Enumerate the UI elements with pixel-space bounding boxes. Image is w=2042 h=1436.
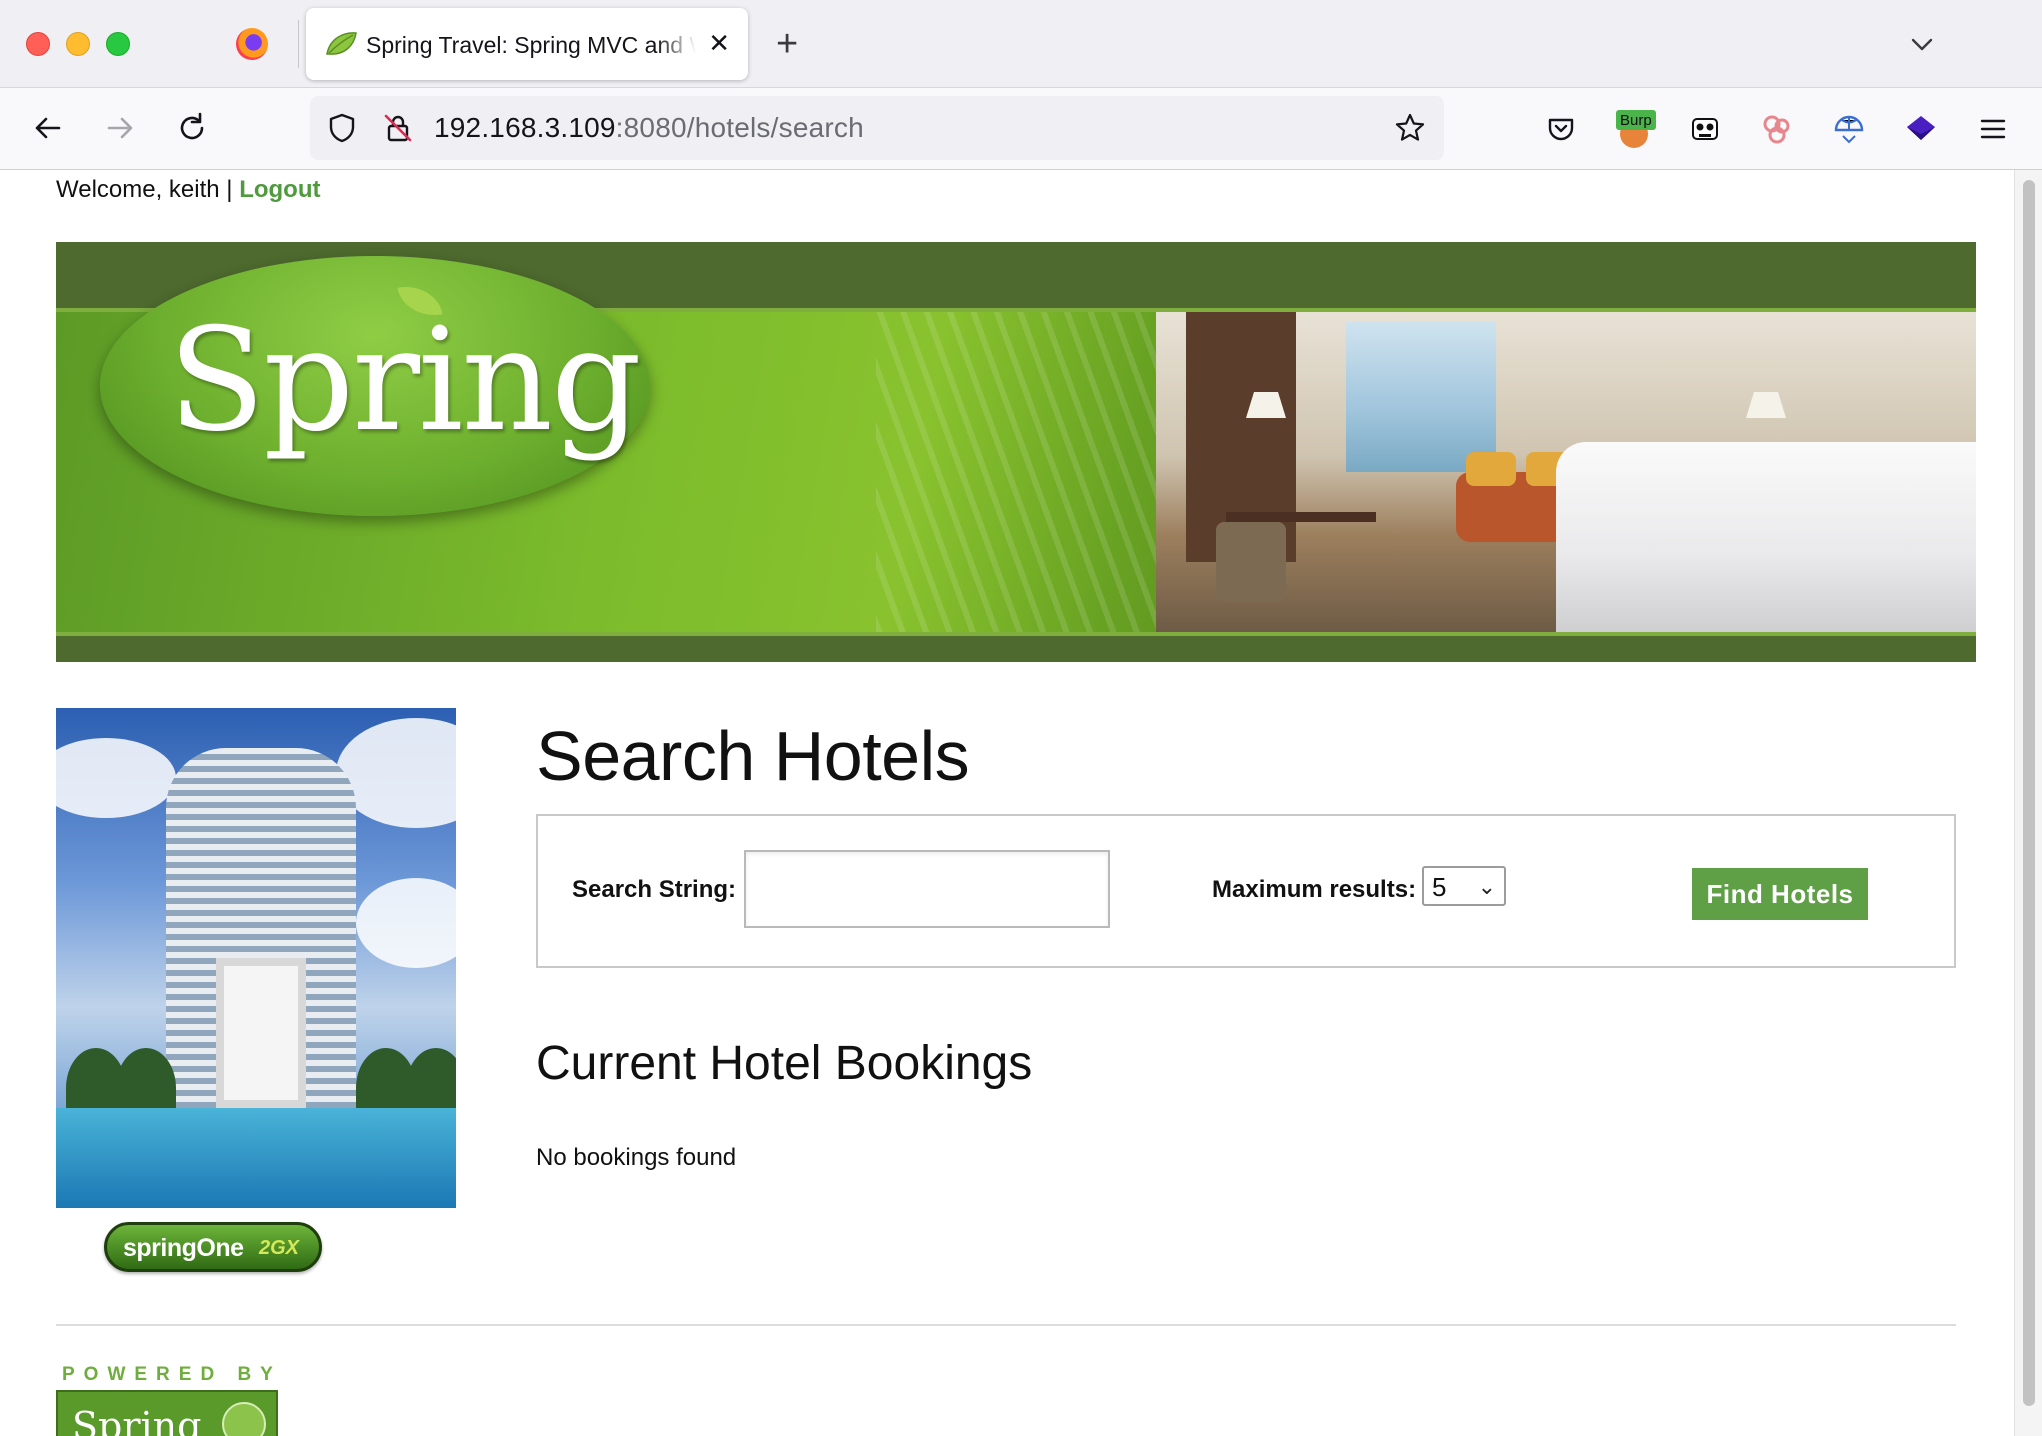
max-results-label: Maximum results: bbox=[1212, 876, 1417, 903]
browser-tab-bar: Spring Travel: Spring MVC and Web Flow R… bbox=[0, 0, 2042, 88]
reload-icon bbox=[180, 112, 204, 140]
tab-list-chevron-icon[interactable] bbox=[1908, 30, 1936, 58]
firefox-icon[interactable] bbox=[236, 28, 268, 60]
chevron-down-icon: ⌄ bbox=[1477, 874, 1496, 899]
window-close-button[interactable] bbox=[26, 32, 50, 56]
bookings-heading: Current Hotel Bookings bbox=[536, 1037, 1033, 1090]
max-results-value: 5 bbox=[1432, 872, 1447, 902]
spring-travel-banner: Spring bbox=[56, 242, 1976, 662]
logout-link[interactable]: Logout bbox=[239, 176, 320, 203]
vertical-scrollbar[interactable] bbox=[2014, 170, 2042, 1436]
page-title: Search Hotels bbox=[536, 717, 970, 795]
insecure-lock-icon[interactable] bbox=[382, 112, 414, 144]
menu-hamburger-icon[interactable] bbox=[1974, 110, 2012, 148]
springone-text: springOne bbox=[123, 1234, 244, 1262]
no-bookings-message: No bookings found bbox=[536, 1144, 737, 1171]
find-hotels-button[interactable]: Find Hotels bbox=[1692, 868, 1868, 920]
forward-arrow-icon bbox=[107, 117, 133, 139]
hotel-tower-photo bbox=[56, 708, 456, 1208]
tab-title: Spring Travel: Spring MVC and Web Flow R… bbox=[366, 32, 696, 58]
burp-label: Burp bbox=[1620, 112, 1652, 129]
page-viewport: Welcome, keith | Logout Spring springOne… bbox=[0, 170, 2014, 1436]
reload-button[interactable] bbox=[170, 106, 214, 150]
window-zoom-button[interactable] bbox=[106, 32, 130, 56]
spring-leaf-icon bbox=[326, 32, 357, 55]
search-string-label: Search String: bbox=[572, 876, 737, 903]
search-form: Search String: Maximum results: 5 ⌄ Find… bbox=[536, 814, 1956, 968]
window-minimize-button[interactable] bbox=[66, 32, 90, 56]
footer-logo-text: Spring bbox=[72, 1404, 202, 1436]
globe-extension-icon[interactable] bbox=[1830, 110, 1868, 148]
url-host: 192.168.3.109 bbox=[434, 112, 616, 143]
springone-2gx-badge[interactable]: springOne 2GX bbox=[104, 1222, 322, 1272]
forward-button[interactable] bbox=[98, 106, 142, 150]
burp-extension-icon[interactable]: Burp bbox=[1614, 110, 1658, 148]
tab-close-icon[interactable]: ✕ bbox=[708, 28, 730, 58]
browser-nav-bar: 192.168.3.109:8080/hotels/search Burp bbox=[0, 88, 2042, 170]
pocket-icon[interactable] bbox=[1542, 110, 1580, 148]
tab-separator bbox=[298, 20, 299, 68]
footer-divider bbox=[56, 1324, 1956, 1326]
welcome-bar: Welcome, keith | Logout bbox=[56, 176, 320, 204]
scrollbar-thumb[interactable] bbox=[2023, 180, 2035, 1406]
bookmark-star-icon[interactable] bbox=[1394, 112, 1426, 144]
panda-extension-icon[interactable] bbox=[1686, 110, 1724, 148]
back-arrow-icon bbox=[35, 117, 61, 139]
springone-suffix: 2GX bbox=[259, 1237, 300, 1259]
welcome-text: Welcome, keith | bbox=[56, 176, 240, 203]
powered-by-spring-logo[interactable]: Spring bbox=[56, 1390, 278, 1436]
spring-logo-text: Spring bbox=[168, 298, 642, 463]
browser-tab-active[interactable]: Spring Travel: Spring MVC and Web Flow R… bbox=[306, 8, 748, 80]
tracking-shield-icon[interactable] bbox=[326, 112, 358, 144]
new-tab-button[interactable]: + bbox=[776, 24, 798, 64]
back-button[interactable] bbox=[26, 106, 70, 150]
max-results-select[interactable]: 5 ⌄ bbox=[1422, 866, 1506, 906]
url-text[interactable]: 192.168.3.109:8080/hotels/search bbox=[434, 112, 864, 144]
url-path: :8080/hotels/search bbox=[615, 112, 864, 143]
powered-by-label: POWERED BY bbox=[62, 1364, 282, 1385]
search-string-input[interactable] bbox=[744, 850, 1110, 928]
address-bar[interactable]: 192.168.3.109:8080/hotels/search bbox=[310, 96, 1444, 160]
cookie-extension-icon[interactable] bbox=[1758, 110, 1796, 148]
cube-extension-icon[interactable] bbox=[1902, 110, 1940, 148]
